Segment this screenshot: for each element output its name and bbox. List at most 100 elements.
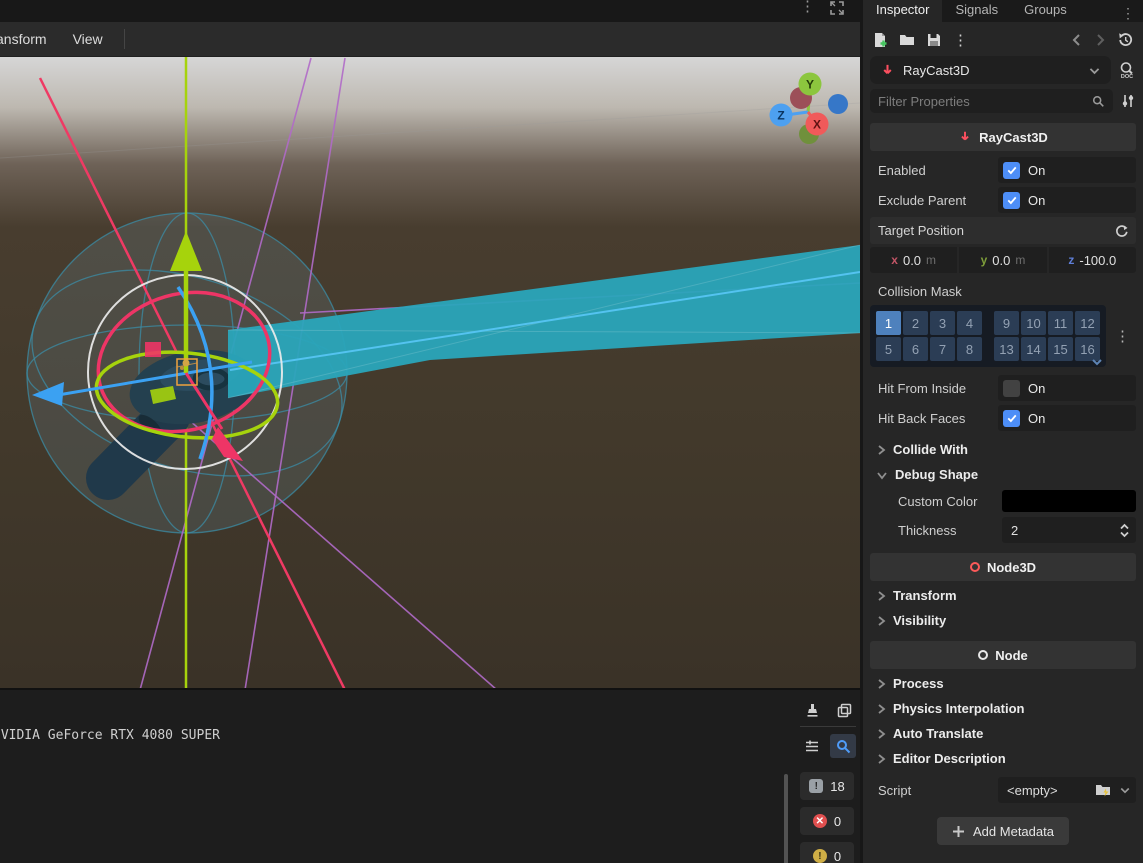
mask-menu-kebab-icon[interactable]: ⋮ bbox=[1115, 327, 1130, 345]
group-process[interactable]: Process bbox=[870, 671, 1136, 696]
mask-bit-11[interactable]: 11 bbox=[1048, 311, 1073, 335]
node-selector-row: RayCast3D DOC bbox=[863, 56, 1143, 84]
chevron-down-icon bbox=[1088, 64, 1101, 77]
menu-view[interactable]: View bbox=[60, 22, 116, 57]
add-metadata-button[interactable]: Add Metadata bbox=[937, 817, 1069, 845]
custom-color-swatch[interactable] bbox=[1002, 490, 1136, 512]
mask-expand-chevron-icon[interactable] bbox=[1091, 357, 1103, 367]
group-physics-interpolation[interactable]: Physics Interpolation bbox=[870, 696, 1136, 721]
exclude-parent-checkbox[interactable] bbox=[1003, 192, 1020, 209]
viewport-menubar: ansform View bbox=[0, 22, 860, 57]
output-scrollbar[interactable] bbox=[784, 774, 788, 863]
section-header-raycast3d[interactable]: RayCast3D bbox=[870, 123, 1136, 151]
dock-tabs: Inspector Signals Groups ⋮ bbox=[863, 0, 1143, 22]
chevron-right-icon bbox=[876, 590, 886, 602]
chevron-down-icon[interactable] bbox=[1119, 784, 1131, 796]
warnings-count-badge[interactable]: ! 0 bbox=[800, 842, 854, 863]
mask-bit-8[interactable]: 8 bbox=[957, 337, 982, 361]
hit-back-faces-checkbox[interactable] bbox=[1003, 410, 1020, 427]
plane-handle-pink[interactable] bbox=[145, 342, 161, 357]
group-visibility[interactable]: Visibility bbox=[870, 608, 1136, 633]
tab-inspector[interactable]: Inspector bbox=[863, 0, 942, 22]
open-documentation-icon[interactable]: DOC bbox=[1118, 61, 1136, 79]
target-position-values: x 0.0 m y 0.0 m z -100.0 bbox=[870, 247, 1136, 273]
menu-transform[interactable]: ansform bbox=[0, 22, 60, 57]
axis-ball-z[interactable]: Z bbox=[770, 104, 793, 127]
revert-icon[interactable] bbox=[1114, 223, 1136, 238]
group-editor-description[interactable]: Editor Description bbox=[870, 746, 1136, 771]
new-resource-icon[interactable] bbox=[872, 32, 888, 48]
copy-output-button[interactable] bbox=[832, 700, 856, 720]
history-forward-icon[interactable] bbox=[1094, 33, 1106, 47]
dock-menu-kebab-icon[interactable]: ⋮ bbox=[1121, 2, 1143, 22]
mask-bit-9[interactable]: 9 bbox=[994, 311, 1019, 335]
mask-bit-4[interactable]: 4 bbox=[957, 311, 982, 335]
group-collide-with[interactable]: Collide With bbox=[870, 437, 1136, 462]
axis-ball-neg-z[interactable] bbox=[828, 94, 848, 114]
warnings-icon: ! bbox=[813, 849, 827, 863]
3d-viewport[interactable]: Y Z X bbox=[0, 57, 860, 688]
mask-bit-15[interactable]: 15 bbox=[1048, 337, 1073, 361]
mask-bit-1[interactable]: 1 bbox=[876, 311, 901, 335]
enabled-checkbox[interactable] bbox=[1003, 162, 1020, 179]
messages-count-badge[interactable]: ! 18 bbox=[800, 772, 854, 800]
mask-bit-10[interactable]: 10 bbox=[1021, 311, 1046, 335]
chevron-right-icon bbox=[876, 615, 886, 627]
property-row-enabled: Enabled On bbox=[870, 155, 1136, 185]
collapse-messages-button[interactable] bbox=[800, 736, 824, 756]
quick-load-folder-icon[interactable] bbox=[1095, 782, 1111, 798]
save-icon[interactable] bbox=[926, 32, 942, 48]
errors-icon: ✕ bbox=[813, 814, 827, 828]
expand-viewport-icon[interactable] bbox=[830, 1, 844, 15]
axis-ball-y[interactable]: Y bbox=[799, 73, 822, 96]
category-bar-node3d[interactable]: Node3D bbox=[870, 553, 1136, 581]
axis-ball-x[interactable]: X bbox=[806, 113, 829, 136]
mask-bit-7[interactable]: 7 bbox=[930, 337, 955, 361]
script-value[interactable]: <empty> bbox=[1003, 783, 1087, 798]
search-output-button[interactable] bbox=[830, 734, 856, 758]
chevron-right-icon bbox=[876, 728, 886, 740]
clear-output-button[interactable] bbox=[800, 700, 824, 720]
viewport-pane: ⋮ ansform View bbox=[0, 0, 860, 688]
svg-text:DOC: DOC bbox=[1121, 74, 1133, 79]
object-history-icon[interactable] bbox=[1117, 31, 1134, 48]
filter-row: Filter Properties bbox=[863, 89, 1143, 113]
history-back-icon[interactable] bbox=[1071, 33, 1083, 47]
menubar-separator bbox=[124, 29, 125, 49]
target-position-y-field[interactable]: y 0.0 m bbox=[957, 247, 1046, 273]
hit-from-inside-checkbox[interactable] bbox=[1003, 380, 1020, 397]
group-auto-translate[interactable]: Auto Translate bbox=[870, 721, 1136, 746]
viewport-topbar: ⋮ bbox=[0, 0, 860, 22]
property-row-hit-back-faces: Hit Back Faces On bbox=[870, 403, 1136, 433]
mask-bit-14[interactable]: 14 bbox=[1021, 337, 1046, 361]
mask-bit-5[interactable]: 5 bbox=[876, 337, 901, 361]
output-toolbar-divider bbox=[800, 726, 856, 727]
property-row-hit-from-inside: Hit From Inside On bbox=[870, 373, 1136, 403]
group-debug-shape[interactable]: Debug Shape bbox=[870, 462, 1136, 487]
group-transform[interactable]: Transform bbox=[870, 583, 1136, 608]
spin-stepper-icon[interactable] bbox=[1118, 523, 1131, 538]
target-position-z-field[interactable]: z -100.0 bbox=[1047, 247, 1136, 273]
tab-groups[interactable]: Groups bbox=[1011, 0, 1080, 22]
mask-bit-2[interactable]: 2 bbox=[903, 311, 928, 335]
property-row-custom-color: Custom Color bbox=[870, 487, 1136, 515]
errors-count-badge[interactable]: ✕ 0 bbox=[800, 807, 854, 835]
property-row-script: Script <empty> bbox=[870, 775, 1136, 805]
mask-bit-6[interactable]: 6 bbox=[903, 337, 928, 361]
load-resource-folder-icon[interactable] bbox=[899, 32, 915, 48]
tab-signals[interactable]: Signals bbox=[942, 0, 1011, 22]
mask-bit-3[interactable]: 3 bbox=[930, 311, 955, 335]
resource-menu-kebab-icon[interactable]: ⋮ bbox=[953, 31, 968, 49]
node-selector-dropdown[interactable]: RayCast3D bbox=[870, 56, 1111, 84]
mask-bit-12[interactable]: 12 bbox=[1075, 311, 1100, 335]
messages-icon: ! bbox=[809, 779, 823, 793]
viewport-menu-kebab-icon[interactable]: ⋮ bbox=[800, 0, 815, 14]
target-position-x-field[interactable]: x 0.0 m bbox=[870, 247, 957, 273]
search-icon bbox=[1092, 95, 1105, 108]
property-tools-icon[interactable] bbox=[1120, 93, 1136, 109]
category-bar-node[interactable]: Node bbox=[870, 641, 1136, 669]
inspector-panel: Inspector Signals Groups ⋮ ⋮ bbox=[860, 0, 1143, 863]
filter-properties-input[interactable]: Filter Properties bbox=[870, 89, 1113, 113]
svg-text:Y: Y bbox=[806, 78, 814, 92]
mask-bit-13[interactable]: 13 bbox=[994, 337, 1019, 361]
